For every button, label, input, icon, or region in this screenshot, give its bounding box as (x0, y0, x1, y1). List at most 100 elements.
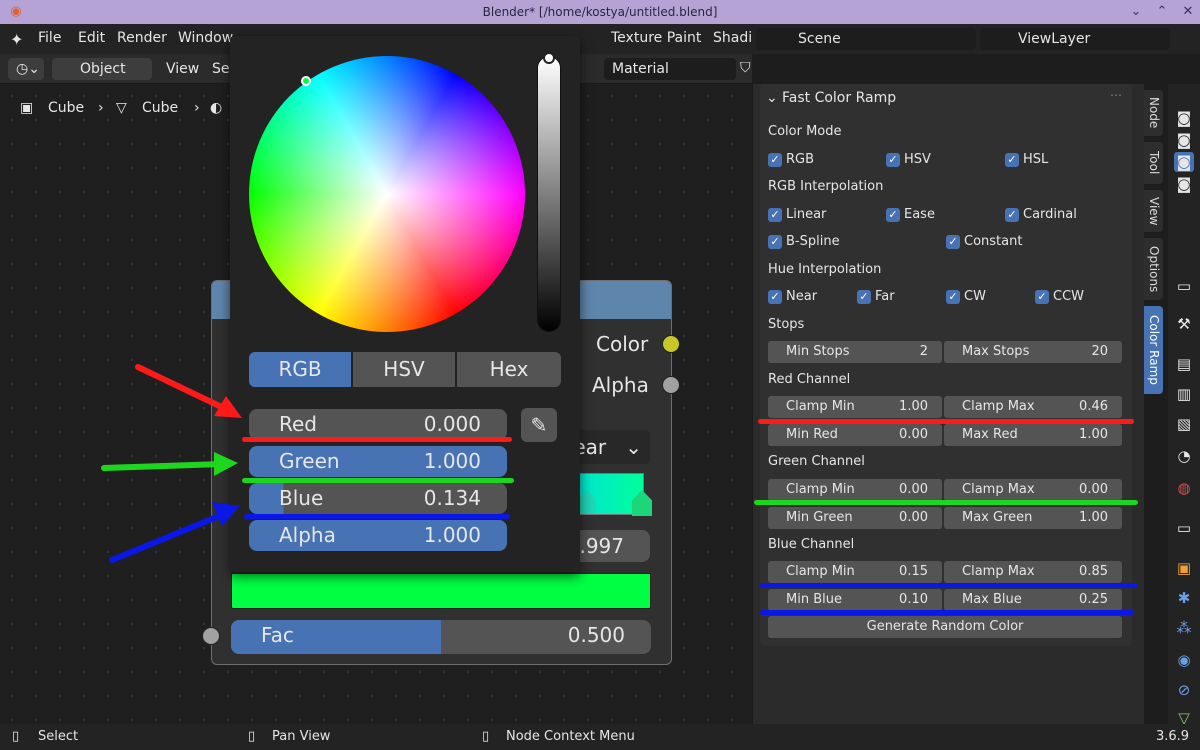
min-red-field[interactable]: Min Red 0.00 (768, 424, 942, 446)
fac-label: Fac (261, 623, 294, 647)
max-stops-field[interactable]: Max Stops 20 (944, 341, 1122, 363)
red-label: Red (279, 412, 317, 436)
tab-color-ramp[interactable]: Color Ramp (1144, 306, 1163, 394)
particles-icon[interactable]: ⁂ (1174, 618, 1194, 638)
tab-node[interactable]: Node (1144, 90, 1163, 136)
maximize-icon[interactable]: ⌃ (1150, 0, 1174, 24)
toggle-icon[interactable]: ▭ (1174, 276, 1194, 296)
color-wheel[interactable] (249, 56, 525, 332)
wrench-icon[interactable]: ✱ (1174, 588, 1194, 608)
workspace-tab-shading[interactable]: Shadi (713, 30, 752, 46)
tab-hsv[interactable]: HSV (353, 352, 455, 387)
color-wheel-cursor[interactable] (301, 76, 311, 86)
breadcrumb-object[interactable]: Cube (48, 100, 84, 116)
checkbox-bspline[interactable]: B-Spline (768, 234, 840, 250)
mesh-icon: ▽ (116, 100, 127, 116)
checkbox-cardinal[interactable]: Cardinal (1005, 207, 1077, 223)
breadcrumb-mesh[interactable]: Cube (142, 100, 178, 116)
output-icon[interactable]: ▥ (1174, 384, 1194, 404)
blue-field[interactable]: Blue 0.134 (249, 483, 507, 514)
camera-icon[interactable]: ◙ (1174, 108, 1194, 128)
blender-logo-icon: ◉ (10, 4, 22, 19)
scene-selector[interactable]: Scene (756, 28, 976, 50)
color-swatch[interactable] (231, 573, 651, 609)
tab-hex[interactable]: Hex (457, 352, 561, 387)
tool-icon[interactable]: ⚒ (1174, 314, 1194, 334)
color-output-socket[interactable] (662, 335, 680, 353)
green-clamp-min-field[interactable]: Clamp Min 0.00 (768, 479, 942, 501)
collection-icon[interactable]: ▭ (1174, 518, 1194, 538)
shield-icon[interactable]: ⛉ (740, 60, 751, 76)
generate-random-color-button[interactable]: Generate Random Color (768, 616, 1122, 638)
menu-file[interactable]: File (38, 30, 61, 46)
close-icon[interactable]: ✕ (1176, 0, 1200, 24)
tab-options[interactable]: Options (1144, 238, 1163, 300)
checkbox-hsv[interactable]: HSV (886, 152, 931, 168)
min-green-field[interactable]: Min Green 0.00 (768, 507, 942, 529)
checkbox-hsl[interactable]: HSL (1005, 152, 1048, 168)
object-properties-icon[interactable]: ▣ (1174, 558, 1194, 578)
menu-edit[interactable]: Edit (78, 30, 105, 46)
world-icon[interactable]: ◍ (1174, 478, 1194, 498)
tab-view[interactable]: View (1144, 190, 1163, 232)
green-clamp-max-field[interactable]: Clamp Max 0.00 (944, 479, 1122, 501)
min-stops-field[interactable]: Min Stops 2 (768, 341, 942, 363)
hue-interp-heading: Hue Interpolation (768, 262, 882, 277)
menu-window[interactable]: Window (178, 30, 233, 46)
object-mode-selector[interactable]: Object (52, 58, 152, 80)
red-field[interactable]: Red 0.000 (249, 409, 507, 440)
view-layer-icon[interactable]: ▧ (1174, 414, 1194, 434)
camera-icon[interactable]: ◙ (1174, 152, 1194, 172)
fac-slider[interactable]: Fac 0.500 (231, 620, 651, 654)
view-layer-name: ViewLayer (1018, 31, 1091, 47)
blender-menu-icon[interactable]: ✦ (10, 30, 23, 49)
red-clamp-min-field[interactable]: Clamp Min 1.00 (768, 396, 942, 418)
panel-title[interactable]: Fast Color Ramp (782, 90, 896, 106)
eyedropper-icon[interactable]: ✎ (521, 408, 557, 442)
material-selector[interactable]: Material (604, 58, 736, 80)
blue-clamp-max-field[interactable]: Clamp Max 0.85 (944, 561, 1122, 583)
workspace-tab-texture-paint[interactable]: Texture Paint (611, 30, 701, 46)
material-sphere-icon: ◐ (210, 100, 223, 116)
collapse-chevron-icon[interactable]: ⌄ (766, 90, 778, 106)
checkbox-rgb[interactable]: RGB (768, 152, 814, 168)
fac-input-socket[interactable] (202, 627, 220, 645)
camera-icon[interactable]: ◙ (1174, 174, 1194, 194)
alpha-field[interactable]: Alpha 1.000 (249, 520, 507, 551)
constraints-icon[interactable]: ⊘ (1174, 680, 1194, 700)
clamp-min-label: Clamp Min (786, 399, 855, 414)
tab-tool[interactable]: Tool (1144, 142, 1163, 184)
checkbox-linear[interactable]: Linear (768, 207, 826, 223)
editor-type-selector[interactable]: ◷⌄ (8, 58, 44, 80)
value-slider-handle[interactable] (543, 52, 555, 64)
max-green-field[interactable]: Max Green 1.00 (944, 507, 1122, 529)
checkbox-cw[interactable]: CW (946, 289, 986, 305)
green-field[interactable]: Green 1.000 (249, 446, 507, 477)
status-pan: Pan View (272, 729, 331, 744)
blue-clamp-min-field[interactable]: Clamp Min 0.15 (768, 561, 942, 583)
red-clamp-max-field[interactable]: Clamp Max 0.46 (944, 396, 1122, 418)
max-red-field[interactable]: Max Red 1.00 (944, 424, 1122, 446)
value-slider[interactable] (537, 56, 561, 332)
checkbox-far[interactable]: Far (857, 289, 895, 305)
minimize-icon[interactable]: ⌄ (1124, 0, 1148, 24)
menu-view[interactable]: View (166, 61, 199, 77)
max-blue-field[interactable]: Max Blue 0.25 (944, 589, 1122, 611)
render-icon[interactable]: ▤ (1174, 354, 1194, 374)
checkbox-ease[interactable]: Ease (886, 207, 935, 223)
physics-icon[interactable]: ◉ (1174, 650, 1194, 670)
output-color-label: Color (596, 332, 649, 356)
view-layer-selector[interactable]: ViewLayer (980, 28, 1170, 50)
blue-underline (760, 583, 1138, 588)
min-blue-field[interactable]: Min Blue 0.10 (768, 589, 942, 611)
alpha-output-socket[interactable] (662, 376, 680, 394)
scene-icon[interactable]: ◔ (1174, 446, 1194, 466)
checkbox-ccw[interactable]: CCW (1035, 289, 1084, 305)
camera-icon[interactable]: ◙ (1174, 130, 1194, 150)
checkbox-near[interactable]: Near (768, 289, 817, 305)
checkbox-constant[interactable]: Constant (946, 234, 1022, 250)
tab-rgb[interactable]: RGB (249, 352, 351, 387)
drag-handle-icon[interactable]: ⋯ (1110, 88, 1122, 102)
alpha-label: Alpha (279, 523, 336, 547)
menu-render[interactable]: Render (117, 30, 167, 46)
